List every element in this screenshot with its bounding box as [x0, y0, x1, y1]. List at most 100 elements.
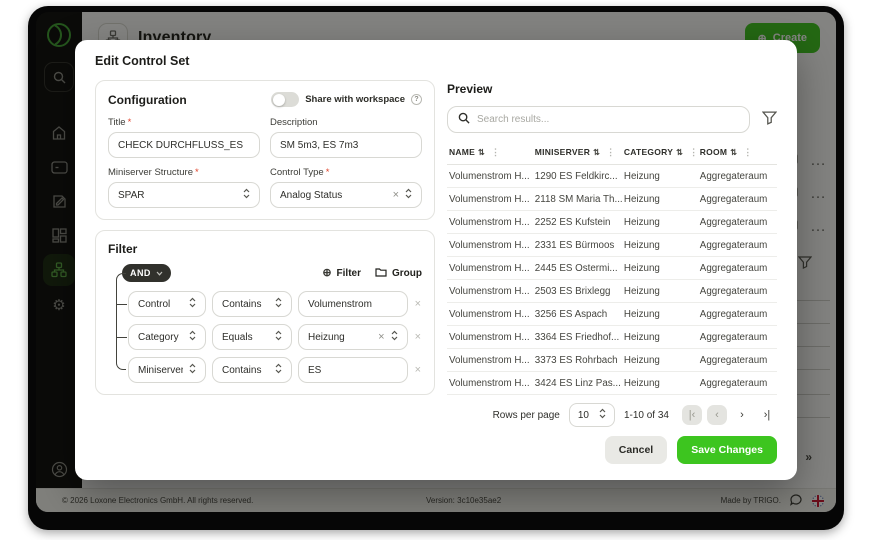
cell-category: Heizung	[622, 257, 698, 280]
cancel-button[interactable]: Cancel	[605, 436, 667, 464]
table-row[interactable]: Volumenstrom H... 3424 ES Linz Pas... He…	[447, 372, 777, 395]
cell-room: Aggregateraum	[698, 280, 777, 303]
title-input[interactable]	[118, 140, 250, 151]
filter-conditions: Control Contains ×	[116, 291, 422, 383]
description-input[interactable]	[280, 140, 412, 151]
remove-condition-icon[interactable]: ×	[414, 299, 422, 310]
sort-icon[interactable]: ⇅	[478, 148, 485, 157]
search-results-input[interactable]	[477, 114, 739, 125]
edit-control-set-modal: Edit Control Set Configuration Share wit…	[75, 40, 797, 480]
cell-miniserver: 2252 ES Kufstein	[533, 211, 622, 234]
logic-operator-value: AND	[130, 268, 151, 278]
column-header-category[interactable]: CATEGORY⇅⋮	[622, 143, 698, 165]
cell-room: Aggregateraum	[698, 188, 777, 211]
unfold-icon	[275, 330, 282, 344]
cell-name: Volumenstrom H...	[447, 280, 533, 303]
preview-panel: Preview	[447, 80, 777, 426]
cell-name: Volumenstrom H...	[447, 211, 533, 234]
add-filter-label: Filter	[337, 268, 361, 279]
condition-field-select[interactable]: Category	[128, 324, 206, 350]
miniserver-structure-select[interactable]: SPAR	[108, 182, 260, 208]
cell-name: Volumenstrom H...	[447, 326, 533, 349]
cell-room: Aggregateraum	[698, 372, 777, 395]
table-row[interactable]: Volumenstrom H... 2503 ES Brixlegg Heizu…	[447, 280, 777, 303]
modal-title: Edit Control Set	[95, 54, 777, 68]
cell-name: Volumenstrom H...	[447, 165, 533, 188]
column-menu-icon[interactable]: ⋮	[491, 147, 500, 157]
add-group-button[interactable]: Group	[375, 267, 422, 280]
control-type-select[interactable]: Analog Status ×	[270, 182, 422, 208]
column-header-name[interactable]: NAME⇅ ⋮	[447, 143, 533, 165]
sort-icon[interactable]: ⇅	[730, 148, 737, 157]
column-menu-icon[interactable]: ⋮	[743, 147, 752, 157]
cell-name: Volumenstrom H...	[447, 349, 533, 372]
cell-miniserver: 2331 ES Bürmoos	[533, 234, 622, 257]
column-header-room[interactable]: ROOM⇅ ⋮	[698, 143, 777, 165]
filter-condition-row: Category Equals Heizung ×	[128, 324, 422, 350]
logic-operator-dropdown[interactable]: AND	[122, 264, 171, 282]
filter-funnel-icon[interactable]	[762, 111, 777, 128]
required-marker: *	[326, 167, 330, 178]
table-row[interactable]: Volumenstrom H... 1290 ES Feldkirc... He…	[447, 165, 777, 188]
remove-condition-icon[interactable]: ×	[414, 365, 422, 376]
cell-category: Heizung	[622, 188, 698, 211]
first-page-icon[interactable]: |‹	[682, 405, 702, 425]
condition-value-input[interactable]	[308, 299, 398, 310]
table-row[interactable]: Volumenstrom H... 3256 ES Aspach Heizung…	[447, 303, 777, 326]
rows-per-page-select[interactable]: 10	[569, 403, 615, 427]
preview-table-body: Volumenstrom H... 1290 ES Feldkirc... He…	[447, 165, 777, 395]
condition-operator-value: Contains	[222, 365, 269, 376]
share-workspace-label: Share with workspace	[305, 94, 405, 105]
filter-condition-row: Control Contains ×	[128, 291, 422, 317]
condition-field-select[interactable]: Control	[128, 291, 206, 317]
condition-operator-select[interactable]: Contains	[212, 357, 292, 383]
save-changes-button[interactable]: Save Changes	[677, 436, 777, 464]
condition-operator-select[interactable]: Equals	[212, 324, 292, 350]
column-menu-icon[interactable]: ⋮	[689, 147, 698, 157]
unfold-icon	[189, 297, 196, 311]
clear-icon[interactable]: ×	[393, 190, 399, 201]
share-workspace-toggle[interactable]	[271, 92, 299, 107]
title-field-group: Title *	[108, 117, 260, 158]
cell-miniserver: 3256 ES Aspach	[533, 303, 622, 326]
column-header-miniserver[interactable]: MINISERVER⇅⋮	[533, 143, 622, 165]
column-label: ROOM	[700, 147, 727, 157]
clear-icon[interactable]: ×	[378, 332, 384, 343]
pagination-range: 1-10 of 34	[624, 410, 669, 421]
title-label: Title	[108, 117, 126, 128]
column-label: NAME	[449, 147, 475, 157]
cell-name: Volumenstrom H...	[447, 303, 533, 326]
condition-operator-value: Contains	[222, 299, 269, 310]
table-row[interactable]: Volumenstrom H... 2252 ES Kufstein Heizu…	[447, 211, 777, 234]
required-marker: *	[128, 117, 132, 128]
preview-heading: Preview	[447, 82, 777, 96]
filter-heading: Filter	[108, 242, 422, 256]
cell-name: Volumenstrom H...	[447, 257, 533, 280]
next-page-icon[interactable]: ›	[732, 405, 752, 425]
last-page-icon[interactable]: ›|	[757, 405, 777, 425]
condition-field-value: Control	[138, 299, 183, 310]
unfold-icon	[275, 363, 282, 377]
condition-operator-select[interactable]: Contains	[212, 291, 292, 317]
remove-condition-icon[interactable]: ×	[414, 332, 422, 343]
table-row[interactable]: Volumenstrom H... 2445 ES Ostermi... Hei…	[447, 257, 777, 280]
table-row[interactable]: Volumenstrom H... 3373 ES Rohrbach Heizu…	[447, 349, 777, 372]
cell-category: Heizung	[622, 349, 698, 372]
previous-page-icon[interactable]: ‹	[707, 405, 727, 425]
condition-value-select[interactable]: Heizung ×	[298, 324, 408, 350]
cell-miniserver: 1290 ES Feldkirc...	[533, 165, 622, 188]
table-row[interactable]: Volumenstrom H... 3364 ES Friedhof... He…	[447, 326, 777, 349]
sort-icon[interactable]: ⇅	[676, 148, 683, 157]
add-filter-button[interactable]: ⊕ Filter	[322, 268, 361, 279]
miniserver-structure-value: SPAR	[118, 190, 237, 201]
condition-value-input[interactable]	[308, 365, 398, 376]
sort-icon[interactable]: ⇅	[593, 148, 600, 157]
help-icon[interactable]: ?	[411, 94, 422, 105]
cell-room: Aggregateraum	[698, 326, 777, 349]
table-row[interactable]: Volumenstrom H... 2331 ES Bürmoos Heizun…	[447, 234, 777, 257]
column-menu-icon[interactable]: ⋮	[606, 147, 615, 157]
condition-field-select[interactable]: Miniserver	[128, 357, 206, 383]
table-row[interactable]: Volumenstrom H... 2118 SM Maria Th... He…	[447, 188, 777, 211]
cell-room: Aggregateraum	[698, 349, 777, 372]
cell-miniserver: 2118 SM Maria Th...	[533, 188, 622, 211]
